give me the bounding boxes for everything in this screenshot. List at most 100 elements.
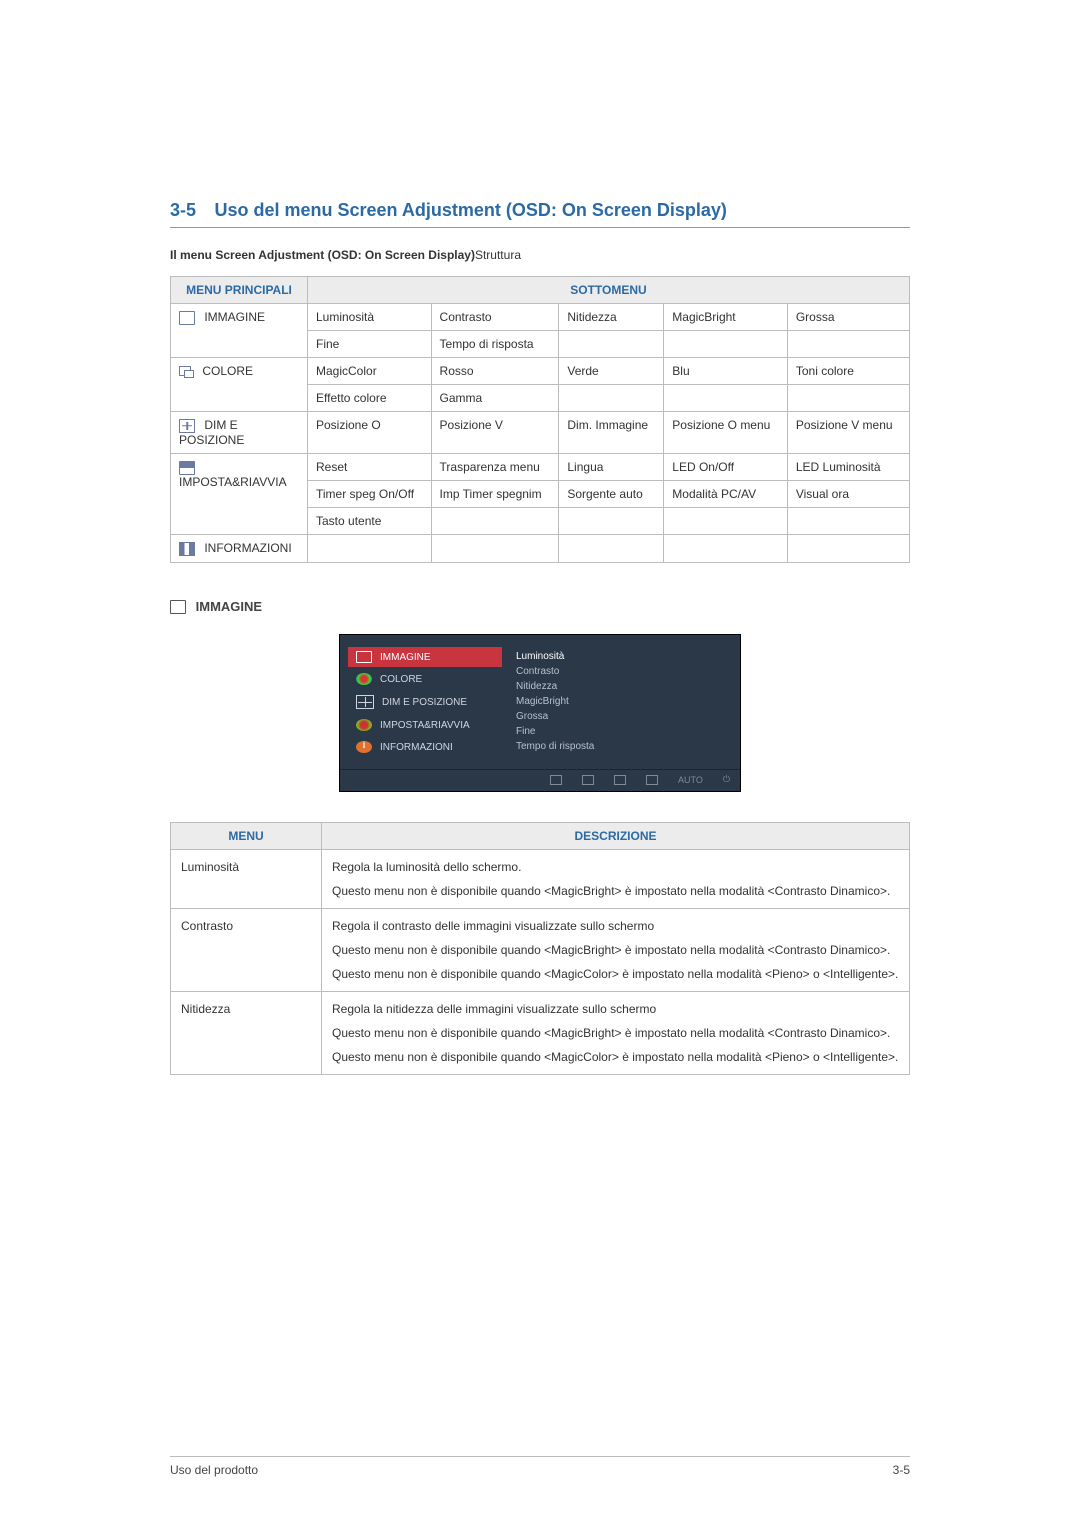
menu-cell: INFORMAZIONI — [171, 534, 308, 562]
submenu-cell — [559, 331, 664, 358]
submenu-cell: Verde — [559, 358, 664, 385]
osd-btn-icon — [614, 774, 626, 785]
subtitle: Il menu Screen Adjustment (OSD: On Scree… — [170, 248, 910, 262]
submenu-cell — [559, 507, 664, 534]
submenu-cell: Posizione O menu — [664, 412, 788, 454]
osd-sub-item: Nitidezza — [516, 679, 594, 694]
submenu-cell: Toni colore — [787, 358, 909, 385]
menu-structure-table: MENU PRINCIPALI SOTTOMENU IMMAGINELumino… — [170, 276, 910, 563]
desc-text-cell: Regola la luminosità dello schermo.Quest… — [322, 850, 910, 909]
set-icon — [179, 461, 195, 475]
section-title-immagine: IMMAGINE — [170, 599, 910, 615]
menu-cell: COLORE — [171, 358, 308, 412]
desc-col-descrizione: DESCRIZIONE — [322, 823, 910, 850]
submenu-cell — [787, 534, 909, 562]
menu-cell: DIM E POSIZIONE — [171, 412, 308, 454]
osd-sub-item: Luminosità — [516, 649, 594, 664]
osd-sub-item: Fine — [516, 724, 594, 739]
submenu-cell: MagicBright — [664, 304, 788, 331]
submenu-cell: Imp Timer spegnim — [431, 480, 559, 507]
submenu-cell: Rosso — [431, 358, 559, 385]
osd-btn-auto: AUTO — [678, 774, 703, 785]
submenu-cell: Posizione V — [431, 412, 559, 454]
osd-screenshot: IMMAGINE COLORE DIM E POSIZIONE IMPOSTA&… — [339, 634, 741, 792]
desc-text-cell: Regola la nitidezza delle immagini visua… — [322, 992, 910, 1075]
submenu-cell — [787, 507, 909, 534]
submenu-cell: Dim. Immagine — [559, 412, 664, 454]
info-icon — [179, 542, 195, 556]
submenu-cell — [787, 331, 909, 358]
submenu-cell — [664, 331, 788, 358]
osd-btn-icon — [582, 774, 594, 785]
submenu-cell: Nitidezza — [559, 304, 664, 331]
osd-sub-item: MagicBright — [516, 694, 594, 709]
desc-menu-cell: Nitidezza — [171, 992, 322, 1075]
menu-cell: IMPOSTA&RIAVVIA — [171, 453, 308, 534]
osd-btn-icon — [646, 774, 658, 785]
osd-menu-immagine: IMMAGINE — [348, 647, 502, 667]
osd-btn-power: ⏻ — [723, 774, 730, 785]
submenu-cell: Posizione O — [308, 412, 432, 454]
osd-sub-item: Tempo di risposta — [516, 739, 594, 754]
info-icon — [356, 741, 372, 753]
submenu-cell: Tempo di risposta — [431, 331, 559, 358]
desc-col-menu: MENU — [171, 823, 322, 850]
submenu-cell: Grossa — [787, 304, 909, 331]
submenu-cell: Tasto utente — [308, 507, 432, 534]
osd-menu-imposta: IMPOSTA&RIAVVIA — [348, 715, 502, 735]
submenu-cell: Fine — [308, 331, 432, 358]
submenu-cell — [431, 534, 559, 562]
heading-number: 3-5 — [170, 200, 196, 220]
osd-sub-item: Contrasto — [516, 664, 594, 679]
submenu-cell: Reset — [308, 453, 432, 480]
col-header-submenu: SOTTOMENU — [308, 277, 910, 304]
osd-bottom-bar: AUTO ⏻ — [340, 769, 740, 791]
submenu-cell: Gamma — [431, 385, 559, 412]
submenu-cell — [664, 507, 788, 534]
page-footer: Uso del prodotto 3-5 — [170, 1456, 910, 1477]
desc-text-cell: Regola il contrasto delle immagini visua… — [322, 909, 910, 992]
submenu-cell: Posizione V menu — [787, 412, 909, 454]
heading-title: Uso del menu Screen Adjustment (OSD: On … — [214, 200, 726, 220]
osd-btn-icon — [550, 774, 562, 785]
osd-menu-colore: COLORE — [348, 669, 502, 689]
submenu-cell: Sorgente auto — [559, 480, 664, 507]
submenu-cell: LED Luminosità — [787, 453, 909, 480]
submenu-cell: Modalità PC/AV — [664, 480, 788, 507]
settings-icon — [356, 719, 372, 731]
submenu-cell: MagicColor — [308, 358, 432, 385]
submenu-cell: Luminosità — [308, 304, 432, 331]
color-icon — [356, 673, 372, 685]
submenu-cell: Blu — [664, 358, 788, 385]
desc-menu-cell: Luminosità — [171, 850, 322, 909]
rect-icon — [170, 600, 186, 614]
pos-icon — [179, 419, 195, 433]
submenu-cell — [664, 385, 788, 412]
rect-icon — [179, 311, 195, 325]
osd-menu-info: INFORMAZIONI — [348, 737, 502, 757]
submenu-cell — [664, 534, 788, 562]
desc-menu-cell: Contrasto — [171, 909, 322, 992]
submenu-cell: Trasparenza menu — [431, 453, 559, 480]
description-table: MENU DESCRIZIONE LuminositàRegola la lum… — [170, 822, 910, 1075]
color-icon — [179, 366, 193, 378]
osd-sub-item: Grossa — [516, 709, 594, 724]
footer-right: 3-5 — [893, 1463, 910, 1477]
submenu-cell — [431, 507, 559, 534]
osd-menu-posizione: DIM E POSIZIONE — [348, 691, 502, 713]
submenu-cell — [559, 534, 664, 562]
submenu-cell: Timer speg On/Off — [308, 480, 432, 507]
osd-menu-list: IMMAGINE COLORE DIM E POSIZIONE IMPOSTA&… — [340, 635, 510, 769]
page-heading: 3-5 Uso del menu Screen Adjustment (OSD:… — [170, 200, 910, 228]
picture-icon — [356, 651, 372, 663]
submenu-cell: Visual ora — [787, 480, 909, 507]
submenu-cell — [559, 385, 664, 412]
section-title-text: IMMAGINE — [196, 599, 262, 614]
submenu-cell — [787, 385, 909, 412]
submenu-cell: Contrasto — [431, 304, 559, 331]
osd-submenu-list: Luminosità Contrasto Nitidezza MagicBrig… — [510, 635, 604, 769]
footer-left: Uso del prodotto — [170, 1463, 258, 1477]
submenu-cell: Lingua — [559, 453, 664, 480]
submenu-cell: LED On/Off — [664, 453, 788, 480]
col-header-menu: MENU PRINCIPALI — [171, 277, 308, 304]
